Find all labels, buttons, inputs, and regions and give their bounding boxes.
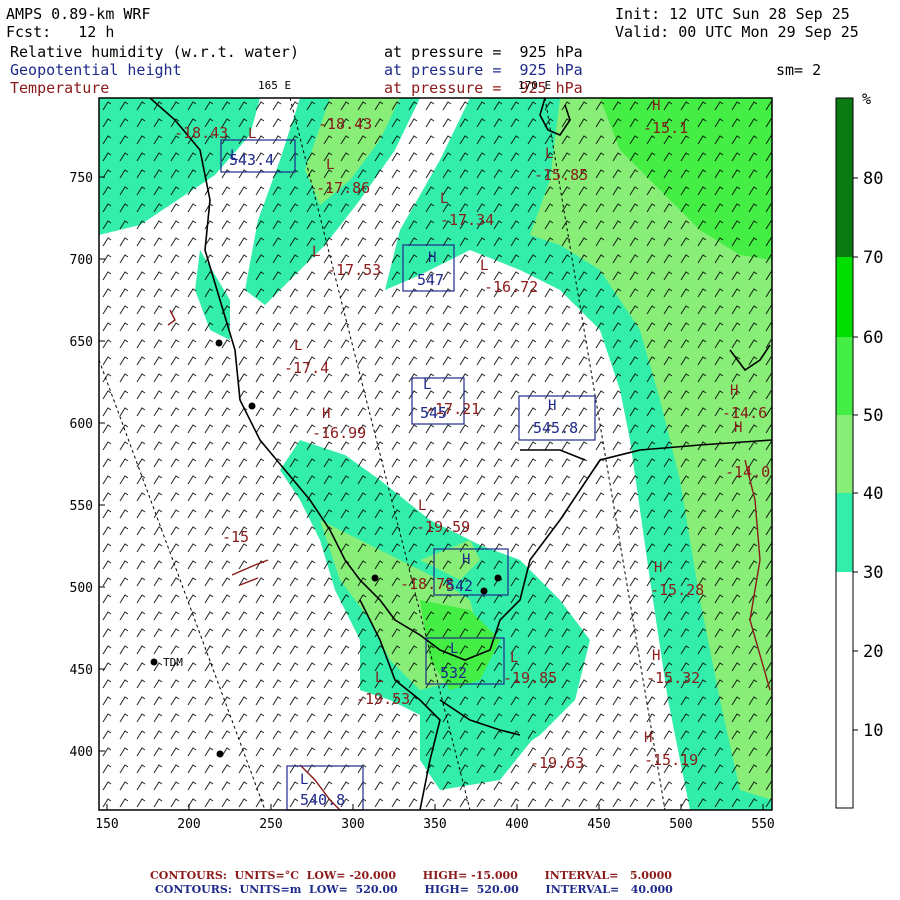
y-tick-label: 750 bbox=[70, 171, 93, 186]
temp-label: -15.19 bbox=[644, 751, 698, 769]
temperature-contour-info: CONTOURS: UNITS=°C LOW= -20.000 HIGH= -1… bbox=[150, 869, 672, 882]
temp-label: -15.28 bbox=[650, 581, 704, 599]
x-tick-label: 200 bbox=[177, 817, 200, 832]
svg-text:H: H bbox=[730, 383, 738, 399]
y-tick-label: 600 bbox=[70, 417, 93, 432]
x-tick-label: 300 bbox=[341, 817, 364, 832]
x-tick-label: 400 bbox=[505, 817, 528, 832]
station-label: TDM bbox=[163, 656, 183, 669]
svg-text:H: H bbox=[548, 398, 556, 414]
colorbar-segment-40-50 bbox=[836, 415, 853, 493]
temp-label: -17.34 bbox=[440, 211, 494, 229]
svg-text:L: L bbox=[418, 498, 426, 514]
colorbar-label: 30 bbox=[863, 563, 883, 583]
svg-text:L: L bbox=[312, 244, 320, 260]
temp-label: -16.72 bbox=[484, 278, 538, 296]
y-tick-label: 700 bbox=[70, 253, 93, 268]
y-tick-label: 650 bbox=[70, 335, 93, 350]
height-label: 545 bbox=[420, 404, 447, 422]
y-tick-label: 400 bbox=[70, 745, 93, 760]
colorbar-segment-50-60 bbox=[836, 337, 853, 415]
weather-map: TDM 165 E 170 E -18.43 -18.43 -17.86 -17… bbox=[70, 79, 884, 832]
y-axis-labels: 750 700 650 600 550 500 450 400 bbox=[70, 171, 93, 760]
svg-text:H: H bbox=[462, 552, 470, 568]
colorbar-label: 70 bbox=[863, 248, 883, 268]
y-tick-label: 550 bbox=[70, 499, 93, 514]
x-tick-label: 500 bbox=[669, 817, 692, 832]
height-contour-info: CONTOURS: UNITS=m LOW= 520.00 HIGH= 520.… bbox=[155, 883, 673, 896]
temp-label: -14.0 bbox=[725, 463, 770, 481]
svg-text:L: L bbox=[248, 126, 256, 142]
svg-text:H: H bbox=[644, 730, 652, 746]
wind-barbs bbox=[99, 98, 772, 810]
colorbar-unit: % bbox=[862, 90, 871, 108]
meridian-label-170: 170 E bbox=[518, 79, 551, 92]
svg-text:L: L bbox=[294, 338, 302, 354]
x-tick-label: 450 bbox=[587, 817, 610, 832]
colorbar-segment-0-30 bbox=[836, 572, 853, 808]
height-label: 540.8 bbox=[300, 791, 345, 809]
colorbar-label: 40 bbox=[863, 484, 883, 504]
colorbar-label: 10 bbox=[863, 721, 883, 741]
svg-text:L: L bbox=[440, 191, 448, 207]
temp-label: -15 bbox=[222, 528, 249, 546]
meridian-label-165: 165 E bbox=[258, 79, 291, 92]
colorbar-segment-70-100 bbox=[836, 98, 853, 257]
x-tick-label: 250 bbox=[259, 817, 282, 832]
colorbar-label: 20 bbox=[863, 642, 883, 662]
colorbar-label: 80 bbox=[863, 169, 883, 189]
humidity-colorbar: % 80 70 60 50 40 30 20 10 bbox=[835, 90, 883, 809]
colorbar-label: 60 bbox=[863, 328, 883, 348]
temp-label: -17.53 bbox=[327, 261, 381, 279]
y-tick-label: 450 bbox=[70, 663, 93, 678]
temp-label: -15.32 bbox=[646, 669, 700, 687]
temp-label: -19.63 bbox=[530, 754, 584, 772]
temp-label: -18.43 bbox=[318, 115, 372, 133]
svg-text:L: L bbox=[300, 772, 308, 788]
temp-label: -18.43 bbox=[174, 124, 228, 142]
temp-label: -15.1 bbox=[643, 119, 688, 137]
colorbar-segment-30-40 bbox=[836, 493, 853, 572]
svg-text:H: H bbox=[654, 560, 662, 576]
svg-text:L: L bbox=[510, 650, 518, 666]
svg-text:H: H bbox=[734, 420, 742, 436]
svg-text:H: H bbox=[652, 98, 660, 114]
svg-text:L: L bbox=[375, 670, 383, 686]
x-tick-label: 350 bbox=[423, 817, 446, 832]
svg-text:L: L bbox=[480, 258, 488, 274]
height-label: 545.8 bbox=[533, 419, 578, 437]
svg-text:H: H bbox=[322, 406, 330, 422]
temp-label: -19.59 bbox=[416, 518, 470, 536]
height-label: 543.4 bbox=[229, 151, 274, 169]
svg-text:H: H bbox=[652, 648, 660, 664]
y-tick-label: 500 bbox=[70, 581, 93, 596]
x-axis-labels: 150 200 250 300 350 400 450 500 550 bbox=[95, 817, 774, 832]
svg-text:L: L bbox=[545, 146, 553, 162]
height-label: 542 bbox=[446, 577, 473, 595]
svg-text:H: H bbox=[428, 250, 436, 266]
temp-label: -19.53 bbox=[356, 690, 410, 708]
temp-label: -17.4 bbox=[284, 359, 329, 377]
height-label: 547 bbox=[417, 271, 444, 289]
svg-text:L: L bbox=[423, 377, 431, 393]
temp-label: -14.6 bbox=[722, 404, 767, 422]
temp-label: -16.99 bbox=[312, 424, 366, 442]
temp-label: -17.86 bbox=[316, 179, 370, 197]
temp-label: -15.85 bbox=[534, 166, 588, 184]
colorbar-label: 50 bbox=[863, 406, 883, 426]
temp-label: -19.85 bbox=[503, 669, 557, 687]
colorbar-segment-60-70 bbox=[836, 257, 853, 337]
svg-text:L: L bbox=[450, 641, 458, 657]
x-tick-label: 550 bbox=[751, 817, 774, 832]
height-label: 532 bbox=[440, 664, 467, 682]
svg-text:L: L bbox=[326, 157, 334, 173]
x-tick-label: 150 bbox=[95, 817, 118, 832]
